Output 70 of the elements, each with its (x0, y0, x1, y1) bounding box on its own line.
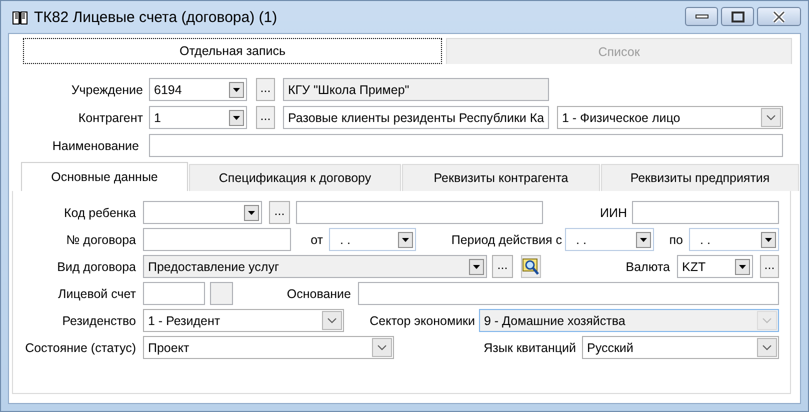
minimize-icon (694, 14, 708, 20)
close-button[interactable] (757, 7, 801, 26)
dropdown-field[interactable]: 1 (149, 106, 247, 129)
field-label: Валюта (624, 258, 670, 276)
field-label: Контрагент (77, 110, 143, 127)
date-field[interactable]: . . (689, 228, 779, 251)
text-field[interactable]: КГУ "Школа Пример" (283, 78, 549, 101)
lookup-button[interactable] (521, 255, 541, 278)
chevron-icon[interactable] (757, 338, 777, 357)
date-field[interactable]: . . (565, 228, 654, 251)
magnifier-icon (522, 258, 540, 276)
ellipsis-button[interactable]: ... (256, 106, 275, 129)
text-field[interactable] (143, 228, 291, 251)
text-field[interactable] (149, 134, 783, 157)
caret-icon[interactable] (398, 232, 413, 248)
dropdown-field[interactable]: 6194 (149, 78, 247, 101)
dropdown-field[interactable]: Русский (582, 336, 779, 359)
chevron-icon[interactable] (322, 311, 342, 330)
ellipsis-button[interactable]: ... (256, 78, 275, 101)
dropdown-field[interactable]: Проект (143, 336, 394, 359)
dropdown-field[interactable]: Предоставление услуг (143, 255, 487, 278)
field-label: Вид договора (56, 258, 136, 276)
caret-icon[interactable] (244, 204, 259, 220)
caret-icon[interactable] (229, 110, 244, 126)
field-label: Наименование (51, 138, 139, 154)
close-icon (772, 10, 786, 22)
window-title: ТК82 Лицевые счета (договора) (1) (34, 8, 278, 26)
field-label: Язык квитанций (482, 340, 576, 356)
field-label: Лицевой счет (57, 286, 136, 302)
text-field[interactable] (632, 201, 779, 224)
text-field[interactable] (143, 282, 205, 305)
field-label: Состояние (статус) (24, 340, 136, 357)
tab[interactable]: Отдельная запись (23, 38, 442, 64)
text-field[interactable]: Разовые клиенты резиденты Республики Ка (283, 106, 549, 129)
field-label: Код ребенка (62, 204, 136, 222)
chevron-icon[interactable] (372, 338, 392, 357)
tab[interactable]: Основные данные (21, 162, 188, 191)
tab[interactable]: Спецификация к договору (189, 164, 401, 191)
date-field[interactable]: . . (329, 228, 416, 251)
caret-icon[interactable] (469, 258, 484, 274)
tab[interactable]: Реквизиты предприятия (601, 164, 799, 191)
field-label: № договора (65, 232, 136, 249)
ellipsis-button[interactable]: ... (269, 201, 290, 224)
dropdown-field[interactable]: KZT (677, 255, 753, 278)
ellipsis-button[interactable]: ... (760, 255, 779, 278)
ellipsis-button[interactable]: ... (492, 255, 513, 278)
field-label: Сектор экономики (368, 312, 475, 330)
caret-icon[interactable] (761, 232, 776, 248)
field-label: Основание (286, 286, 351, 302)
maximize-button[interactable] (721, 7, 754, 26)
field-label: ИИН (599, 204, 627, 222)
field-label: от (310, 232, 323, 248)
tab[interactable]: Реквизиты контрагента (402, 164, 600, 191)
field-label: Период действия с (450, 232, 562, 249)
caret-icon[interactable] (636, 232, 651, 248)
text-field[interactable] (296, 201, 543, 224)
text-field[interactable] (358, 282, 779, 305)
chevron-icon[interactable] (761, 108, 781, 127)
field-label: Учреждение (70, 82, 143, 99)
field-label: по (668, 232, 683, 248)
maximize-icon (730, 10, 744, 22)
text-field[interactable] (210, 282, 233, 305)
field-label: Резиденство (61, 312, 136, 330)
book-icon (12, 10, 28, 24)
dropdown-field[interactable]: 1 - Резидент (143, 309, 344, 332)
caret-icon[interactable] (735, 258, 750, 274)
dropdown-field[interactable] (143, 201, 262, 224)
dropdown-field[interactable]: 1 - Физическое лицо (557, 106, 783, 129)
caret-icon[interactable] (229, 82, 244, 98)
minimize-button[interactable] (685, 7, 718, 26)
